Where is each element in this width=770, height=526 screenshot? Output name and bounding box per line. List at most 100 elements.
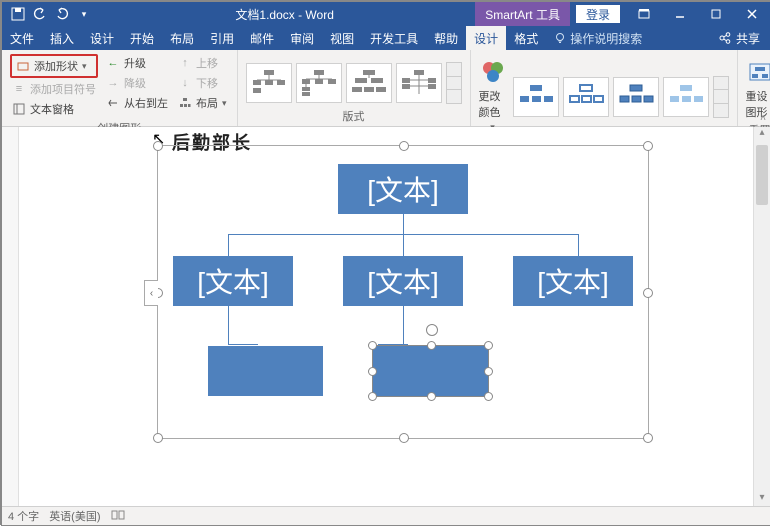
change-colors-button[interactable]: 更改颜色 ▾ (479, 54, 507, 133)
status-word-count[interactable]: 4 个字 (8, 508, 39, 524)
ribbon-display-icon (638, 8, 650, 20)
text-pane-button[interactable]: 文本窗格 (10, 100, 98, 118)
add-bullet-label: 添加项目符号 (30, 81, 96, 97)
smartart-node-grandchild-1[interactable] (208, 346, 323, 396)
resize-handle[interactable] (399, 433, 409, 443)
add-shape-button[interactable]: 添加形状 ▾ (10, 54, 98, 78)
style-thumb-2[interactable] (563, 77, 609, 117)
node-text: [文本] (537, 261, 609, 301)
scroll-up-button[interactable]: ▴ (754, 127, 770, 143)
tab-help[interactable]: 帮助 (426, 26, 466, 50)
tab-review[interactable]: 审阅 (282, 26, 322, 50)
shape-rotate-handle[interactable] (426, 324, 438, 336)
style-thumb-1[interactable] (513, 77, 559, 117)
document-area: ↖ 后勤部长 ‹ [文本] (2, 127, 770, 508)
login-button[interactable]: 登录 (576, 5, 620, 23)
tab-layout[interactable]: 布局 (162, 26, 202, 50)
close-button[interactable] (734, 2, 770, 26)
layout-menu-icon (178, 96, 192, 110)
save-button[interactable] (8, 4, 28, 24)
lightbulb-icon (554, 32, 566, 44)
vertical-scrollbar[interactable]: ▴ ▾ (753, 127, 770, 508)
page[interactable]: ↖ 后勤部长 ‹ [文本] (32, 127, 732, 508)
resize-handle[interactable] (153, 433, 163, 443)
shape-resize-handle[interactable] (368, 367, 377, 376)
maximize-button[interactable] (698, 2, 734, 26)
chevron-down-icon: ▾ (82, 61, 87, 72)
layout-thumb-1[interactable] (246, 63, 292, 103)
resize-handle[interactable] (643, 141, 653, 151)
tab-start[interactable]: 开始 (122, 26, 162, 50)
move-down-button[interactable]: ↓ 下移 (176, 74, 229, 92)
tell-me-search[interactable]: 操作说明搜索 (546, 26, 642, 50)
shape-resize-handle[interactable] (484, 392, 493, 401)
collapse-ribbon-button[interactable]: ˄ (760, 113, 766, 124)
status-book-icon[interactable] (111, 509, 125, 524)
node-text: [文本] (367, 261, 439, 301)
demote-label: 降级 (124, 75, 146, 91)
scroll-track[interactable] (754, 207, 770, 492)
close-icon (746, 8, 758, 20)
scroll-thumb[interactable] (756, 145, 768, 205)
style-gallery[interactable] (513, 54, 729, 133)
qat-customize-button[interactable]: ▾ (74, 4, 94, 24)
resize-handle[interactable] (399, 141, 409, 151)
smartart-node-child-3[interactable]: [文本] (513, 256, 633, 306)
ribbon-options-button[interactable] (626, 2, 662, 26)
tab-reference[interactable]: 引用 (202, 26, 242, 50)
promote-label: 升级 (124, 55, 146, 71)
tab-devtools[interactable]: 开发工具 (362, 26, 426, 50)
resize-handle[interactable] (643, 288, 653, 298)
tab-insert[interactable]: 插入 (42, 26, 82, 50)
style-thumb-3[interactable] (613, 77, 659, 117)
layout-menu-button[interactable]: 布局 ▾ (176, 94, 229, 112)
style-thumb-4[interactable] (663, 77, 709, 117)
demote-button[interactable]: → 降级 (104, 74, 170, 92)
smartart-frame[interactable]: ‹ [文本] [文本] [文本] [文本] (157, 145, 649, 439)
tab-mail[interactable]: 邮件 (242, 26, 282, 50)
tab-design[interactable]: 设计 (82, 26, 122, 50)
arrow-left-icon: ← (106, 56, 120, 70)
smartart-node-root[interactable]: [文本] (338, 164, 468, 214)
shape-resize-handle[interactable] (427, 392, 436, 401)
shape-resize-handle[interactable] (368, 392, 377, 401)
layout-thumb-4[interactable] (396, 63, 442, 103)
layout-gallery-scroll[interactable] (446, 62, 462, 104)
tab-smartart-format[interactable]: 格式 (506, 26, 546, 50)
connector (578, 234, 579, 256)
shape-resize-handle[interactable] (368, 341, 377, 350)
layout-thumb-2[interactable] (296, 63, 342, 103)
rtl-button[interactable]: 从右到左 (104, 94, 170, 112)
share-button[interactable]: 共享 (708, 26, 770, 50)
tab-file[interactable]: 文件 (2, 26, 42, 50)
group-layouts: 版式 (238, 50, 471, 126)
smartart-node-child-2[interactable]: [文本] (343, 256, 463, 306)
layout-gallery[interactable] (246, 54, 462, 106)
connector (403, 306, 404, 344)
shape-resize-handle[interactable] (427, 341, 436, 350)
layout-thumb-3[interactable] (346, 63, 392, 103)
shape-resize-handle[interactable] (484, 367, 493, 376)
minimize-button[interactable] (662, 2, 698, 26)
status-language[interactable]: 英语(美国) (49, 508, 100, 524)
undo-button[interactable] (30, 4, 50, 24)
textpane-toggle[interactable]: ‹ (144, 280, 158, 306)
tab-view[interactable]: 视图 (322, 26, 362, 50)
resize-handle[interactable] (643, 433, 653, 443)
maximize-icon (710, 8, 722, 20)
style-gallery-scroll[interactable] (713, 76, 729, 118)
change-colors-label: 更改颜色 (479, 88, 507, 120)
shape-resize-handle[interactable] (484, 341, 493, 350)
smartart-node-child-1[interactable]: [文本] (173, 256, 293, 306)
contextual-tab-label: SmartArt 工具 (475, 2, 570, 26)
add-bullet-button[interactable]: ≡ 添加项目符号 (10, 80, 98, 98)
resize-handle[interactable] (153, 141, 163, 151)
promote-button[interactable]: ← 升级 (104, 54, 170, 72)
rtl-icon (106, 96, 120, 110)
move-up-button[interactable]: ↑ 上移 (176, 54, 229, 72)
smartart-node-grandchild-2[interactable] (373, 346, 488, 396)
redo-button[interactable] (52, 4, 72, 24)
tab-smartart-design[interactable]: 设计 (466, 26, 506, 50)
reset-graphic-button[interactable]: 重设图形 (746, 54, 770, 120)
save-icon (11, 7, 25, 21)
